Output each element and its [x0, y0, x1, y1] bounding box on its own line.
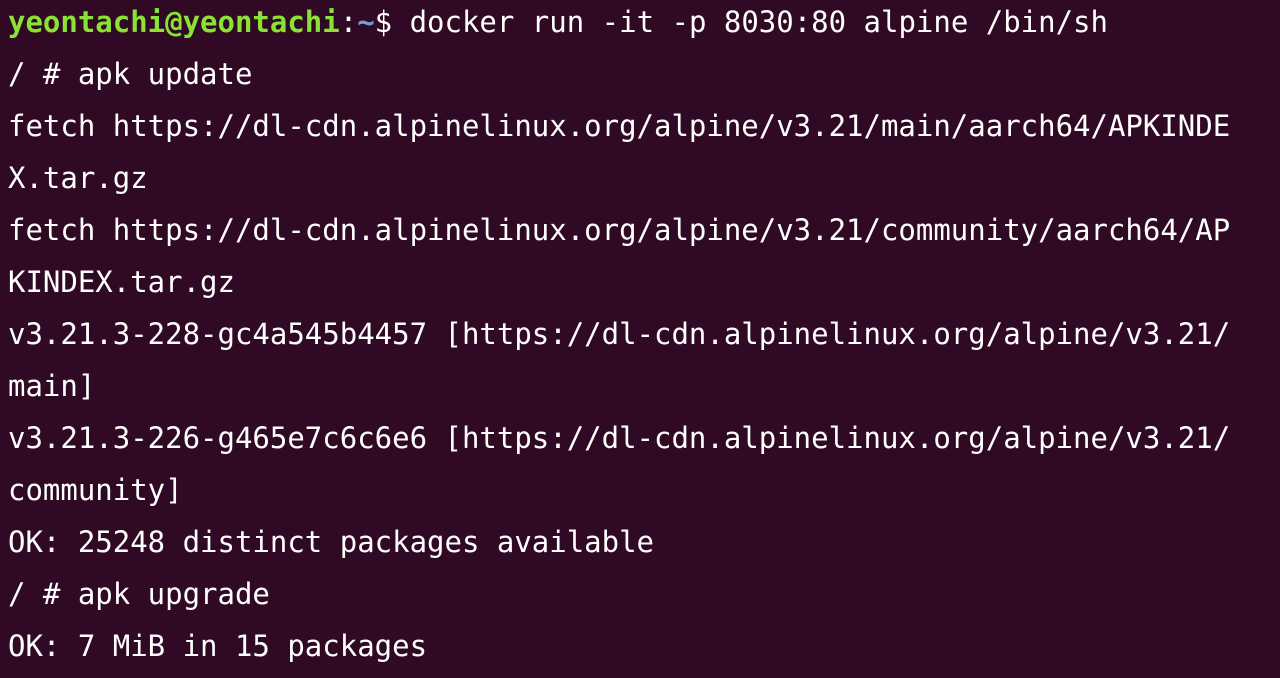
output-line: / # apk update	[8, 57, 253, 91]
output-line: / # apk upgrade	[8, 577, 270, 611]
output-line: fetch https://dl-cdn.alpinelinux.org/alp…	[8, 109, 1231, 143]
output-line: community]	[8, 473, 183, 507]
output-line: OK: 7 MiB in 15 packages	[8, 629, 428, 663]
output-line: fetch https://dl-cdn.alpinelinux.org/alp…	[8, 213, 1231, 247]
output-line: v3.21.3-228-gc4a545b4457 [https://dl-cdn…	[8, 317, 1231, 351]
output-line: KINDEX.tar.gz	[8, 265, 235, 299]
output-line: OK: 25248 distinct packages available	[8, 525, 655, 559]
prompt-separator: :	[339, 5, 358, 39]
output-line: v3.21.3-226-g465e7c6c6e6 [https://dl-cdn…	[8, 421, 1231, 455]
prompt-line: yeontachi@yeontachi:~$ docker run -it -p…	[8, 0, 1280, 52]
prompt-cwd: ~	[357, 5, 375, 39]
output-line: main]	[8, 369, 96, 403]
output-line: X.tar.gz	[8, 161, 148, 195]
prompt-command: docker run -it -p 8030:80 alpine /bin/sh	[409, 5, 1108, 39]
terminal-window[interactable]: yeontachi@yeontachi:~$ docker run -it -p…	[0, 0, 1280, 678]
prompt-user-host: yeontachi@yeontachi	[8, 5, 340, 39]
prompt-symbol: $	[374, 5, 410, 39]
